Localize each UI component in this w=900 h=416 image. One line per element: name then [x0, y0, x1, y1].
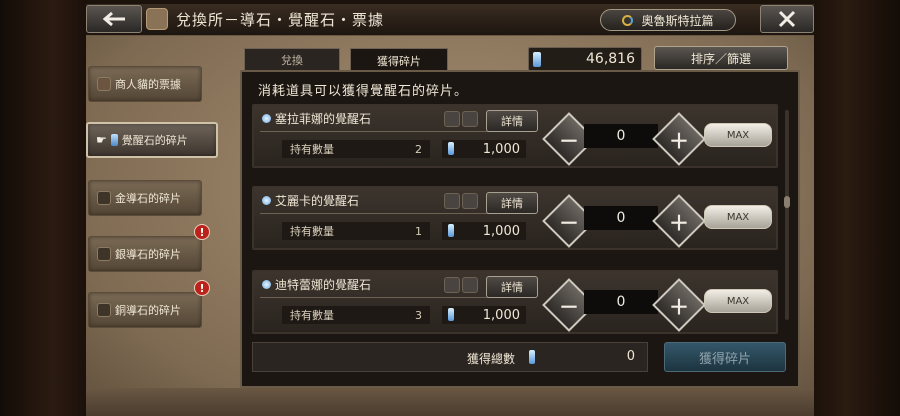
awakening-stone-icon — [262, 196, 271, 205]
list-header: 消耗道具可以獲得覺醒石的碎片。 — [258, 84, 469, 99]
quantity-field[interactable]: 0 — [584, 124, 658, 148]
item-name: 迪特蕾娜的覺醒石 — [262, 276, 371, 293]
currency-display: 46,816 — [528, 47, 642, 71]
element-icon — [444, 193, 460, 209]
crystal-shard-icon — [529, 350, 535, 364]
detail-button[interactable]: 詳情 — [486, 192, 538, 214]
page-title: 兌換所－導石・覺醒石・票據 — [176, 11, 385, 29]
back-button[interactable] — [86, 5, 142, 33]
max-button[interactable]: MAX — [704, 123, 772, 147]
owned-count: 持有數量 3 — [282, 306, 430, 324]
sidebar-item-label: 銅導石的碎片 — [115, 304, 181, 317]
close-button[interactable] — [760, 5, 814, 33]
alert-badge: ! — [194, 280, 210, 296]
max-button[interactable]: MAX — [704, 289, 772, 313]
tab-obtain-shards[interactable]: 獲得碎片 — [350, 48, 448, 72]
item-name: 艾麗卡的覺醒石 — [262, 192, 359, 209]
owned-count: 持有數量 2 — [282, 140, 430, 158]
sidebar-item-gold-guide-shard[interactable]: 金導石的碎片 — [88, 180, 202, 216]
gold-stone-icon — [97, 191, 111, 205]
sidebar-item-copper-guide-shard[interactable]: 銅導石的碎片 — [88, 292, 202, 328]
awakening-stone-icon — [262, 114, 271, 123]
scrollbar-thumb[interactable] — [784, 196, 790, 208]
detail-button[interactable]: 詳情 — [486, 276, 538, 298]
max-button[interactable]: MAX — [704, 205, 772, 229]
sidebar-item-label: 金導石的碎片 — [115, 192, 181, 205]
element-icon — [444, 277, 460, 293]
crystal-shard-icon — [448, 308, 454, 321]
close-icon — [778, 10, 796, 28]
quantity-field[interactable]: 0 — [584, 290, 658, 314]
sort-filter-button[interactable]: 排序／篩選 — [654, 46, 788, 70]
crystal-shard-icon — [448, 142, 454, 155]
left-frame — [0, 0, 88, 416]
list-item: 塞拉菲娜的覺醒石 詳情 持有數量 2 1,000 － 0 ＋ MAX — [252, 104, 778, 168]
copper-stone-icon — [97, 303, 111, 317]
plus-button[interactable]: ＋ — [652, 194, 706, 248]
arrow-left-icon — [102, 11, 125, 27]
alert-badge: ! — [194, 224, 210, 240]
total-value: 0 — [626, 349, 635, 364]
quantity-field[interactable]: 0 — [584, 206, 658, 230]
exchange-emblem-icon — [146, 8, 168, 30]
crystal-shard-icon — [448, 224, 454, 237]
item-name: 塞拉菲娜的覺醒石 — [262, 110, 371, 127]
item-attribute-icons — [444, 277, 478, 293]
right-frame — [810, 0, 900, 416]
obtain-shards-button[interactable]: 獲得碎片 — [664, 342, 786, 372]
refresh-icon — [622, 14, 634, 26]
scrollbar[interactable] — [785, 110, 789, 320]
rarity-icon — [462, 193, 478, 209]
sidebar-item-silver-guide-shard[interactable]: 銀導石的碎片 — [88, 236, 202, 272]
region-button[interactable]: 奧魯斯特拉篇 — [600, 9, 736, 31]
list-item: 艾麗卡的覺醒石 詳情 持有數量 1 1,000 － 0 ＋ MAX — [252, 186, 778, 250]
tab-exchange[interactable]: 兌換 — [244, 48, 340, 72]
item-attribute-icons — [444, 193, 478, 209]
total-label: 獲得總數 — [467, 352, 516, 366]
plus-button[interactable]: ＋ — [652, 278, 706, 332]
awakening-stone-icon — [262, 280, 271, 289]
crystal-shard-icon — [110, 134, 118, 146]
region-button-label: 奧魯斯特拉篇 — [641, 13, 714, 28]
ticket-icon — [97, 77, 111, 91]
rarity-icon — [462, 111, 478, 127]
shard-yield: 1,000 — [442, 140, 526, 158]
list-item: 迪特蕾娜的覺醒石 詳情 持有數量 3 1,000 － 0 ＋ MAX — [252, 270, 778, 334]
total-bar: 獲得總數 0 — [252, 342, 648, 372]
currency-value: 46,816 — [586, 51, 635, 67]
element-icon — [444, 111, 460, 127]
owned-count: 持有數量 1 — [282, 222, 430, 240]
pointing-hand-icon: ☛ — [96, 133, 107, 147]
bottom-frame — [86, 388, 814, 416]
sidebar-item-label: 商人貓的票據 — [115, 78, 181, 91]
rarity-icon — [462, 277, 478, 293]
item-attribute-icons — [444, 111, 478, 127]
shard-yield: 1,000 — [442, 222, 526, 240]
sidebar-item-label: 銀導石的碎片 — [115, 248, 181, 261]
detail-button[interactable]: 詳情 — [486, 110, 538, 132]
shard-yield: 1,000 — [442, 306, 526, 324]
crystal-shard-icon — [533, 52, 541, 67]
sidebar-item-merchant-cat-ticket[interactable]: 商人貓的票據 — [88, 66, 202, 102]
plus-button[interactable]: ＋ — [652, 112, 706, 166]
sidebar-item-label: 覺醒石的碎片 — [121, 134, 188, 147]
silver-stone-icon — [97, 247, 111, 261]
sidebar-item-awakening-shard[interactable]: ☛ 覺醒石的碎片 — [86, 122, 218, 158]
